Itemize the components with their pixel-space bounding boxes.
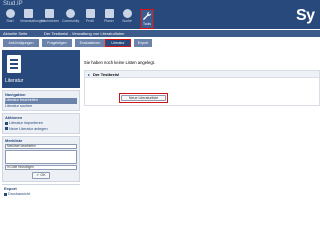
nav-start-label: Start [6,19,14,23]
sidebar-export: Export Druckansicht [2,184,80,199]
community-icon [65,9,75,18]
ok-label: OK [40,173,46,177]
sidebar-watchlist: Merkliste Merkliste bearbeiten In Liste … [2,136,80,182]
book-icon [7,55,21,73]
sidebar-title: Literatur [5,78,24,84]
home-icon [5,9,15,18]
wrench-icon [142,11,152,21]
checkmark-icon: ✔ [36,173,40,177]
navigation-title: Navigation [5,92,26,97]
new-literature-list-button[interactable]: Neue Literaturliste [121,95,166,101]
sidebar-navigation: Navigation Literatur bearbeiten Literatu… [2,90,80,111]
current-page-label: Aktuelle Seite [3,31,28,36]
sidebar: Literatur Navigation Literatur bearbeite… [2,50,80,240]
watchlist-title: Merkliste [5,138,23,143]
import-literature-label: Literatur importieren [9,121,43,125]
tab-literature[interactable]: Literatur [105,39,131,47]
profile-icon [85,9,95,18]
app-window: Stud.IP Start Veranstaltungen Nachrichte… [0,0,320,240]
course-title: Der Testkreis! - Verwaltung von Literatu… [44,31,125,36]
tab-export[interactable]: Export [134,39,152,47]
nav-search[interactable]: Suche [119,9,135,29]
nav-courses[interactable]: Veranstaltungen [20,9,45,29]
collapse-caret-icon: ▸ [88,72,91,77]
nav-start[interactable]: Start [2,9,18,29]
watchlist-ok-button[interactable]: ✔OK [32,172,50,179]
watchlist-add-select[interactable]: In Liste hinzufügen [5,165,77,170]
nav-planner-label: Planer [104,19,114,23]
nav-community[interactable]: Community [62,9,80,29]
panel-header[interactable]: ▸ Der Testkreis! [85,71,319,78]
search-icon [122,9,132,18]
import-icon [5,121,8,125]
nav-community-label: Community [62,19,80,23]
messages-icon [44,9,54,18]
tab-evaluations[interactable]: Evaluationen [75,39,105,47]
print-view-label: Druckansicht [8,192,30,196]
new-literature-label: Neue Literatur anlegen [9,126,48,131]
new-literature-list-highlight: Neue Literaturliste [119,93,168,103]
tab-announcements[interactable]: Ankündigungen [3,39,39,47]
nav-messages[interactable]: Nachrichten [41,9,60,29]
tab-questionnaires[interactable]: Fragebögen [42,39,72,47]
export-title: Export [4,186,17,191]
new-literature-link[interactable]: Neue Literatur anlegen [5,127,77,133]
nav-search-literature[interactable]: Literatur suchen [5,104,77,110]
add-icon [5,127,8,130]
brand-text: Sy [296,7,315,24]
main-content: Sie haben noch keine Listen angelegt. ▸ … [84,52,320,240]
sidebar-actions: Aktionen Literatur importieren Neue Lite… [2,113,80,134]
nav-profile[interactable]: Profil [82,9,98,29]
nav-messages-label: Nachrichten [41,19,60,23]
nav-tools-label: Tools [143,22,151,26]
empty-lists-message: Sie haben noch keine Listen angelegt. [84,60,156,65]
location-bar: Aktuelle Seite Der Testkreis! - Verwaltu… [0,30,320,37]
nav-tools[interactable]: Tools [140,9,154,29]
planner-icon [104,9,114,18]
nav-courses-label: Veranstaltungen [20,19,45,23]
studip-logo[interactable]: Stud.IP [3,1,23,7]
watchlist-edit-select[interactable]: Merkliste bearbeiten [5,144,77,149]
tab-bar: Ankündigungen Fragebögen Evaluationen Li… [0,38,320,48]
sidebar-header: Literatur [2,50,80,88]
courses-icon [23,9,33,18]
nav-planner[interactable]: Planer [101,9,117,29]
print-icon [4,192,7,196]
panel-title: Der Testkreis! [93,72,120,77]
top-navigation-bar: Stud.IP Start Veranstaltungen Nachrichte… [0,0,320,29]
nav-search-label: Suche [122,19,132,23]
nav-profile-label: Profil [86,19,94,23]
print-view-link[interactable]: Druckansicht [4,192,78,198]
actions-title: Aktionen [5,115,23,120]
watchlist-listbox[interactable] [5,150,77,164]
